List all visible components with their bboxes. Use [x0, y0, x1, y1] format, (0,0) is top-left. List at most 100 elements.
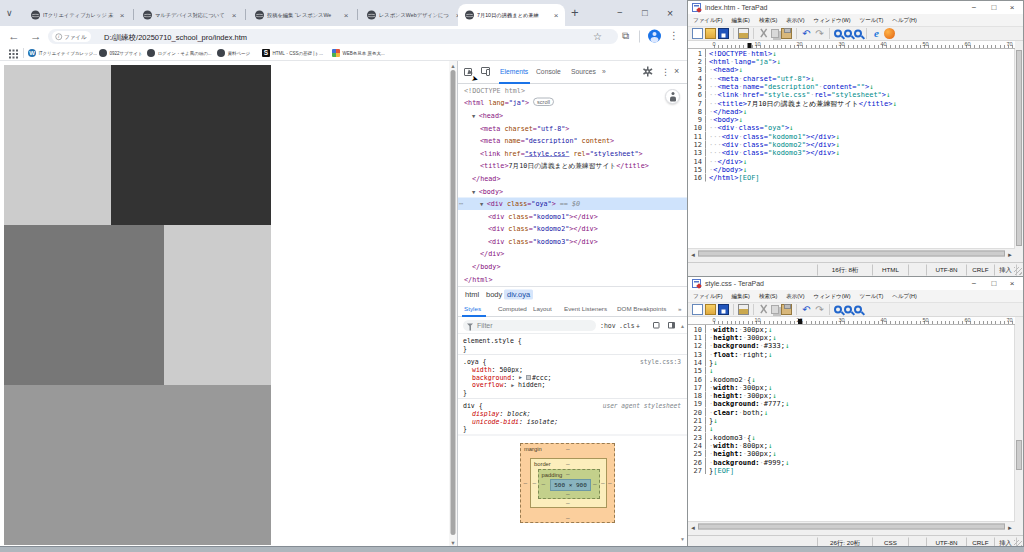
- copy-icon[interactable]: [771, 305, 779, 314]
- tree-node[interactable]: </html>: [458, 273, 687, 286]
- scroll-thumb[interactable]: [1016, 50, 1022, 246]
- hov-toggle[interactable]: :hov: [600, 322, 616, 330]
- tree-node[interactable]: </body>: [458, 260, 687, 273]
- menu-item[interactable]: 表示(V): [786, 16, 804, 24]
- styles-scroll-up-icon[interactable]: ▲: [680, 323, 685, 329]
- scroll-thumb[interactable]: [698, 251, 1005, 257]
- scroll-down-icon[interactable]: ▼: [449, 540, 457, 546]
- search-prev-icon[interactable]: [854, 306, 862, 314]
- site-info-chip[interactable]: i ファイル: [52, 31, 91, 42]
- devtools-tab-console[interactable]: Console: [536, 68, 561, 76]
- browser-tab-4[interactable]: レスポンスWebデザインにつ ×: [360, 4, 467, 26]
- redo-icon[interactable]: ↷: [814, 28, 825, 39]
- horizontal-scrollbar[interactable]: ◄ ►: [688, 521, 1015, 531]
- breadcrumb-div-oya[interactable]: div.oya: [504, 290, 533, 300]
- browser-tab-2[interactable]: マルチデバイス対応について ×: [136, 4, 243, 26]
- internet-explorer-icon[interactable]: e: [871, 28, 882, 39]
- window-close-button[interactable]: ×: [1003, 3, 1021, 12]
- rule-element-style[interactable]: element.style { }: [458, 334, 687, 355]
- color-swatch[interactable]: [526, 375, 531, 380]
- firefox-icon[interactable]: [884, 28, 895, 39]
- scroll-thumb[interactable]: [451, 70, 456, 535]
- page-scrollbar[interactable]: ▲ ▼: [449, 61, 457, 547]
- window-close-button[interactable]: ×: [1003, 279, 1021, 288]
- style-source-link[interactable]: style.css:3: [640, 358, 681, 366]
- rule-div-ua[interactable]: user agent stylesheet div { display: blo…: [458, 399, 687, 435]
- tab-layout[interactable]: Layout: [533, 306, 552, 313]
- new-tab-button[interactable]: +: [571, 5, 579, 21]
- menu-item[interactable]: ファイル(F): [693, 16, 723, 24]
- print-icon[interactable]: [738, 28, 749, 39]
- bookmark-item[interactable]: 0922サブサイト: [99, 49, 143, 57]
- tab-styles[interactable]: Styles: [464, 306, 481, 313]
- window-maximize-button[interactable]: □: [642, 7, 648, 18]
- tab-close-icon[interactable]: ×: [552, 11, 560, 19]
- search-icon[interactable]: [834, 30, 842, 38]
- breadcrumb-html[interactable]: html: [462, 290, 482, 300]
- menu-item[interactable]: 表示(V): [786, 292, 804, 300]
- inspect-element-icon[interactable]: ➤: [464, 66, 475, 77]
- browser-tab-1[interactable]: ITクリエイティブカレッジ 未 ×: [24, 4, 131, 26]
- paste-icon[interactable]: [781, 28, 792, 39]
- device-toolbar-icon[interactable]: [481, 66, 492, 77]
- open-file-icon[interactable]: [705, 28, 716, 39]
- styles-more-tabs-icon[interactable]: »: [678, 306, 681, 313]
- box-model-padding[interactable]: padding ‒ ‒ ‒ ‒ 500 × 900: [538, 469, 600, 499]
- scroll-right-icon[interactable]: ►: [1007, 524, 1013, 531]
- menu-item[interactable]: ツール(T): [860, 292, 884, 300]
- tab-close-icon[interactable]: ×: [118, 11, 126, 19]
- tree-node[interactable]: <div class="kodomo3"></div>: [458, 235, 687, 248]
- bookmark-item[interactable]: S HTML・CSSの基礎 |ト...: [262, 49, 323, 57]
- tree-node[interactable]: <!DOCTYPE html>: [458, 84, 687, 97]
- tree-node-selected[interactable]: ⋯▼ <div class="oya"> == $0: [458, 197, 687, 210]
- tab-event-listeners[interactable]: Event Listeners: [564, 306, 607, 313]
- apps-grid-icon[interactable]: [9, 50, 18, 59]
- tab-search-icon[interactable]: ∨: [6, 7, 13, 18]
- window-close-button[interactable]: ×: [667, 7, 673, 19]
- devtools-close-icon[interactable]: ×: [674, 66, 679, 77]
- menu-item[interactable]: ファイル(F): [693, 292, 723, 300]
- back-icon[interactable]: ←: [8, 29, 20, 43]
- tree-node[interactable]: <link href="style.css" rel="stylesheet">: [458, 147, 687, 160]
- terapad-title-bar[interactable]: index.htm - TeraPad − □ ×: [688, 1, 1023, 14]
- search-next-icon[interactable]: [844, 30, 852, 38]
- bookmark-item[interactable]: WEB色見本 原色大...: [332, 49, 385, 57]
- new-file-icon[interactable]: [692, 304, 703, 315]
- new-file-icon[interactable]: [692, 28, 703, 39]
- rendering-icon[interactable]: [653, 322, 660, 329]
- accessibility-icon[interactable]: [665, 89, 680, 104]
- window-maximize-button[interactable]: □: [985, 3, 1003, 12]
- redo-icon[interactable]: ↷: [814, 304, 825, 315]
- devtools-tab-sources[interactable]: Sources: [571, 68, 596, 76]
- forward-icon[interactable]: →: [30, 29, 42, 43]
- window-minimize-button[interactable]: −: [617, 7, 623, 18]
- text-editor[interactable]: 10·width:·300px;↓11·height:·300px;↓12·ba…: [688, 325, 1014, 521]
- menu-item[interactable]: 検索(S): [759, 292, 777, 300]
- tree-node[interactable]: <html lang="ja"> scroll: [458, 97, 687, 110]
- scroll-right-icon[interactable]: ►: [1007, 251, 1013, 258]
- browser-menu-icon[interactable]: ⋮: [669, 30, 679, 42]
- save-icon[interactable]: [718, 304, 729, 315]
- window-maximize-button[interactable]: □: [985, 279, 1003, 288]
- vertical-scrollbar[interactable]: [1014, 49, 1022, 248]
- box-model-margin[interactable]: margin ‒ ‒ ‒ ‒ border ‒ ‒ ‒ ‒ padding ‒: [520, 443, 615, 523]
- tab-dom-breakpoints[interactable]: DOM Breakpoints: [617, 306, 666, 313]
- devtools-more-tabs-icon[interactable]: »: [602, 68, 606, 76]
- menu-item[interactable]: 編集(E): [732, 16, 750, 24]
- bookmark-item[interactable]: ログイン・そよ風の頭の...: [147, 49, 212, 57]
- tree-node[interactable]: ▼ <body>: [458, 185, 687, 198]
- browser-essentials-icon[interactable]: ⧉: [622, 30, 629, 42]
- vertical-scrollbar[interactable]: [1014, 325, 1022, 521]
- window-minimize-button[interactable]: −: [965, 3, 983, 12]
- scroll-left-icon[interactable]: ◄: [690, 524, 696, 531]
- scroll-thumb[interactable]: [1016, 440, 1022, 470]
- styles-scroll-down-icon[interactable]: ▼: [680, 536, 685, 542]
- devtools-settings-icon[interactable]: [643, 67, 652, 76]
- tree-node[interactable]: </head>: [458, 172, 687, 185]
- profile-avatar[interactable]: [648, 30, 661, 43]
- tree-node[interactable]: <div class="kodomo1"></div>: [458, 210, 687, 223]
- browser-tab-active[interactable]: 7月10日の講義まとめ兼練 ×: [458, 4, 565, 26]
- terapad-title-bar[interactable]: style.css - TeraPad − □ ×: [688, 277, 1023, 290]
- bookmark-item[interactable]: 資料ページ: [217, 49, 250, 57]
- menu-item[interactable]: 検索(S): [759, 16, 777, 24]
